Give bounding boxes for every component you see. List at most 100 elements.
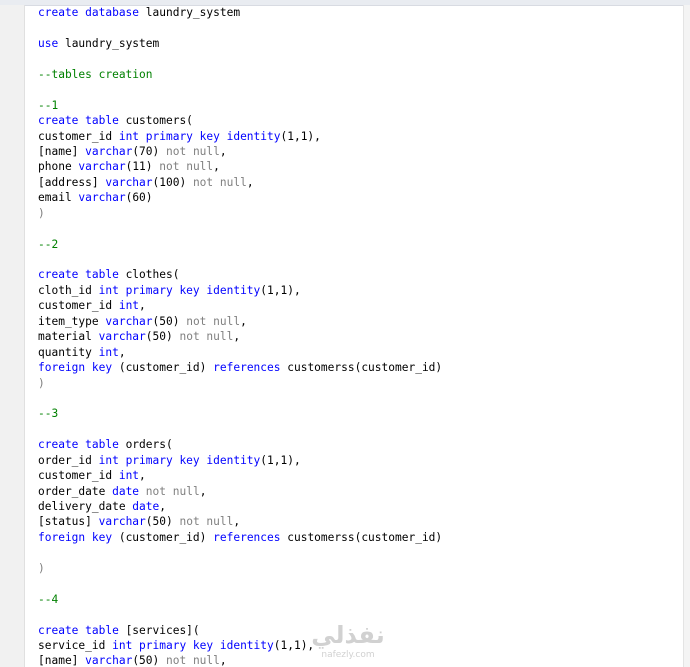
code-token: (1,1), <box>280 129 321 143</box>
sql-keyword-token: foreign key <box>38 530 113 544</box>
sql-keyword-token: varchar <box>105 314 153 328</box>
code-token: not null <box>186 314 241 328</box>
code-token: , <box>219 144 227 158</box>
vertical-scrollbar[interactable] <box>683 5 690 667</box>
sql-comment-token: --1 <box>38 98 59 112</box>
code-token: , <box>118 345 126 359</box>
code-line[interactable] <box>38 221 678 236</box>
sql-keyword-token: foreign key <box>38 361 113 375</box>
sql-comment-token: --2 <box>38 237 59 251</box>
code-line[interactable]: [name] varchar(70) not null, <box>38 144 678 159</box>
sql-keyword-token: int primary key identity <box>118 129 281 143</box>
sql-keyword-token: date <box>132 500 160 513</box>
editor-gutter <box>0 5 25 667</box>
code-line[interactable]: foreign key (customer_id) references cus… <box>38 530 678 545</box>
code-token: , <box>213 160 220 174</box>
code-line[interactable]: ) <box>38 561 678 576</box>
code-line[interactable]: ) <box>38 206 678 221</box>
code-line[interactable]: --1 <box>38 98 678 113</box>
code-token: order_id <box>38 453 99 467</box>
code-line[interactable] <box>38 422 678 437</box>
code-token: (customer_id) <box>112 530 214 544</box>
code-token: cloth_id <box>38 283 99 297</box>
code-line[interactable]: delivery_date date, <box>38 499 678 514</box>
code-line[interactable]: order_date date not null, <box>38 484 678 499</box>
code-line[interactable] <box>38 82 678 97</box>
sql-keyword-token: int <box>118 469 140 483</box>
code-line[interactable]: --tables creation <box>38 67 678 82</box>
sql-keyword-token: varchar <box>98 515 146 529</box>
code-token: , <box>219 654 227 667</box>
code-line[interactable] <box>38 51 678 66</box>
code-token: [status] <box>38 515 99 529</box>
code-token: service_id <box>38 638 113 652</box>
code-line[interactable]: --3 <box>38 406 678 421</box>
code-token: customer_id <box>38 469 119 483</box>
code-line[interactable]: [status] varchar(50) not null, <box>38 514 678 529</box>
nafezly-watermark: نفذلي nafezly.com <box>303 620 393 664</box>
sql-keyword-token: int <box>118 299 140 313</box>
sql-code-editor[interactable]: create database laundry_systemuse laundr… <box>38 5 678 667</box>
code-line[interactable] <box>38 20 678 35</box>
code-line[interactable]: create table customers( <box>38 113 678 128</box>
code-line[interactable]: foreign key (customer_id) references cus… <box>38 360 678 375</box>
code-token: , <box>139 299 146 313</box>
code-line[interactable]: order_id int primary key identity(1,1), <box>38 453 678 468</box>
code-line[interactable] <box>38 252 678 267</box>
code-line[interactable]: email varchar(60) <box>38 190 678 205</box>
code-line[interactable]: quantity int, <box>38 345 678 360</box>
code-line[interactable] <box>38 576 678 591</box>
code-token: email <box>38 191 79 205</box>
sql-keyword-token: int primary key identity <box>98 283 261 297</box>
code-token: order_date <box>38 484 113 498</box>
code-token: (50) <box>132 654 166 667</box>
watermark-latin-text: nafezly.com <box>321 650 375 660</box>
code-line[interactable]: cloth_id int primary key identity(1,1), <box>38 283 678 298</box>
sql-keyword-token: int <box>98 345 119 359</box>
code-token: , <box>139 469 146 483</box>
code-line[interactable]: --2 <box>38 237 678 252</box>
sql-keyword-token: date <box>112 484 140 498</box>
code-token: delivery_date <box>38 500 133 513</box>
code-line[interactable]: customer_id int, <box>38 468 678 483</box>
code-token: (50) <box>145 515 180 529</box>
code-token: , <box>233 515 241 529</box>
code-line[interactable]: ) <box>38 376 678 391</box>
code-line[interactable]: phone varchar(11) not null, <box>38 159 678 174</box>
code-line[interactable] <box>38 545 678 560</box>
code-line[interactable]: material varchar(50) not null, <box>38 329 678 344</box>
sql-keyword-token: references <box>213 361 281 375</box>
code-line[interactable]: create table orders( <box>38 437 678 452</box>
code-line[interactable]: create database laundry_system <box>38 5 678 20</box>
code-line[interactable]: [address] varchar(100) not null, <box>38 175 678 190</box>
code-token: ) <box>38 376 45 390</box>
code-token: not null <box>159 160 214 174</box>
code-line[interactable]: customer_id int, <box>38 298 678 313</box>
code-line[interactable]: --4 <box>38 592 678 607</box>
code-token: [name] <box>38 654 86 667</box>
sql-keyword-token: varchar <box>78 160 126 174</box>
code-line[interactable]: create table clothes( <box>38 267 678 282</box>
code-token: not null <box>166 654 220 667</box>
code-token: , <box>159 500 166 513</box>
code-token: customerss(customer_id) <box>280 530 443 544</box>
code-token: not null <box>179 515 234 529</box>
code-token: , <box>240 314 247 328</box>
sql-keyword-token: create table <box>38 623 119 637</box>
sql-keyword-token: int primary key identity <box>112 638 274 652</box>
sql-keyword-token: varchar <box>78 191 126 205</box>
code-line[interactable] <box>38 391 678 406</box>
code-token: not null <box>179 330 234 344</box>
code-token: (50) <box>152 314 187 328</box>
sql-keyword-token: create database <box>38 6 140 19</box>
sql-comment-token: --3 <box>38 407 59 421</box>
code-token: customer_id <box>38 129 119 143</box>
code-token: , <box>233 330 241 344</box>
sql-keyword-token: create table <box>38 114 119 128</box>
code-token: laundry_system <box>139 6 241 19</box>
code-token: (50) <box>145 330 180 344</box>
sql-keyword-token: use <box>38 36 59 50</box>
code-line[interactable]: customer_id int primary key identity(1,1… <box>38 129 678 144</box>
code-line[interactable]: item_type varchar(50) not null, <box>38 314 678 329</box>
code-line[interactable]: use laundry_system <box>38 36 678 51</box>
